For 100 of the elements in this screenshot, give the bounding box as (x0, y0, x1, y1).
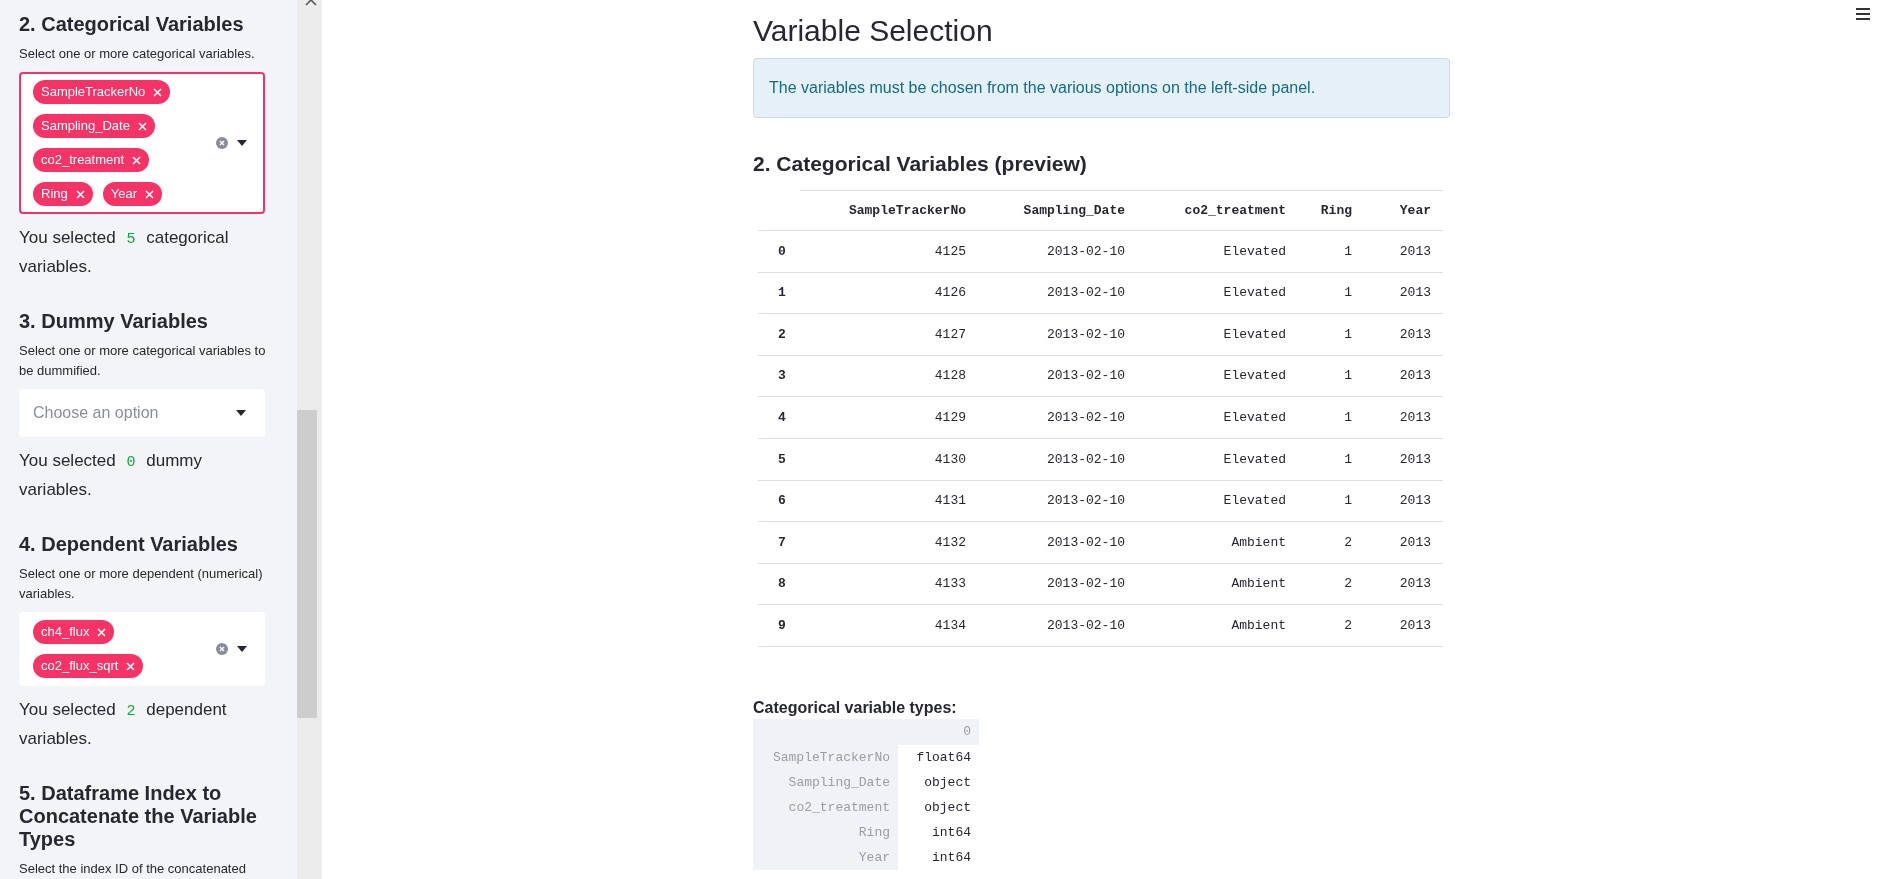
table-cell: Elevated (1137, 230, 1298, 273)
row-label: SampleTrackerNo (753, 744, 898, 770)
row-label: co2_treatment (753, 794, 898, 820)
table-cell: object (898, 769, 979, 795)
table-cell: 2013-02-10 (978, 521, 1137, 564)
row-index: 5 (758, 438, 800, 481)
table-cell: Elevated (1137, 438, 1298, 481)
table-cell: 2013-02-10 (978, 563, 1137, 605)
row-index: 2 (758, 313, 800, 356)
table-cell: 4131 (800, 480, 978, 522)
row-label: Sampling_Date (753, 769, 898, 795)
menu-icon[interactable] (1856, 8, 1870, 20)
table-cell: 2013 (1364, 272, 1443, 314)
table-cell: 1 (1298, 480, 1364, 522)
table-cell: 4126 (800, 272, 978, 314)
table-cell: Ambient (1137, 604, 1298, 647)
caret-icon[interactable] (236, 410, 246, 416)
multiselect-field[interactable]: ch4_flux co2_flux_sqrt (19, 612, 265, 686)
table-cell: Elevated (1137, 396, 1298, 439)
selected-chip[interactable]: ch4_flux (33, 620, 115, 644)
clear-icon[interactable] (216, 137, 228, 149)
section-heading: 3. Dummy Variables (19, 310, 209, 333)
selected-chip[interactable]: co2_treatment (33, 148, 150, 172)
remove-icon[interactable] (145, 189, 155, 199)
table-cell: 2 (1298, 521, 1364, 564)
table-cell: 1 (1298, 272, 1364, 314)
table-cell: float64 (898, 744, 979, 770)
table-cell: 2 (1298, 563, 1364, 605)
selected-chip[interactable]: Sampling_Date (33, 114, 155, 138)
row-index: 4 (758, 396, 800, 439)
types-label: Categorical variable types: (753, 697, 958, 718)
column-header: 0 (898, 718, 979, 745)
table-cell: 4127 (800, 313, 978, 356)
table-cell: 1 (1298, 355, 1364, 397)
scrollbar-thumb[interactable] (297, 410, 317, 718)
table-cell: 4134 (800, 604, 978, 647)
table-cell: 2013-02-10 (978, 438, 1137, 481)
table-cell: 2 (1298, 604, 1364, 647)
table-cell: 2013 (1364, 438, 1443, 481)
column-header: Sampling_Date (978, 190, 1137, 231)
table-cell: Elevated (1137, 313, 1298, 356)
clear-icon[interactable] (216, 643, 228, 655)
help-text: Select one or more dependent (numerical) variables. (19, 565, 264, 603)
preview-heading: 2. Categorical Variables (preview) (753, 151, 1088, 177)
table-cell: 2013-02-10 (978, 313, 1137, 356)
remove-icon[interactable] (153, 87, 163, 97)
select-field[interactable]: Choose an option (19, 389, 265, 437)
selected-chip[interactable]: co2_flux_sqrt (33, 654, 144, 678)
column-header: SampleTrackerNo (800, 190, 978, 231)
row-index: 8 (758, 563, 800, 605)
remove-icon[interactable] (75, 189, 85, 199)
table-cell: Ambient (1137, 563, 1298, 605)
table-cell: 2013 (1364, 355, 1443, 397)
table-cell: 2013 (1364, 521, 1443, 564)
table-cell: 4125 (800, 230, 978, 273)
table-cell: 1 (1298, 313, 1364, 356)
table-cell: 2013 (1364, 604, 1443, 647)
table-cell: 2013 (1364, 313, 1443, 356)
table-cell: 1 (1298, 230, 1364, 273)
table-cell: int64 (898, 819, 979, 845)
caret-icon[interactable] (237, 140, 247, 146)
caret-icon[interactable] (237, 646, 247, 652)
help-text: Select one or more categorical variables to be dummified. (19, 342, 267, 380)
table-cell: Elevated (1137, 480, 1298, 522)
remove-icon[interactable] (137, 121, 147, 131)
table-cell: 4129 (800, 396, 978, 439)
table-cell: 2013 (1364, 230, 1443, 273)
row-index: 7 (758, 521, 800, 564)
section-heading: 4. Dependent Variables (19, 533, 239, 556)
table-cell: 2013-02-10 (978, 355, 1137, 397)
remove-icon[interactable] (97, 627, 107, 637)
selected-chip[interactable]: Year (102, 182, 163, 206)
row-index: 0 (758, 230, 800, 273)
info-message: The variables must be chosen from the various options on the left-side panel. (769, 78, 1316, 98)
table-cell: 2013-02-10 (978, 272, 1137, 314)
table-cell: 2013-02-10 (978, 396, 1137, 439)
table-cell: 1 (1298, 396, 1364, 439)
table-cell: 2013-02-10 (978, 230, 1137, 273)
row-label: Ring (753, 819, 898, 845)
column-header: Year (1364, 190, 1443, 231)
column-header: Ring (1298, 190, 1364, 231)
table-cell: 4133 (800, 563, 978, 605)
help-text: Select the index ID of the concatenated (19, 860, 247, 878)
multiselect-field[interactable]: SampleTrackerNo Sampling_Date co2_treatment Ring Year (19, 72, 265, 214)
row-label: Year (753, 844, 898, 870)
table-cell: 2013-02-10 (978, 604, 1137, 647)
table-cell: Elevated (1137, 272, 1298, 314)
row-index: 6 (758, 480, 800, 522)
selected-chip[interactable]: Ring (33, 182, 93, 206)
selection-summary: You selected 2 dependent variables. (19, 699, 228, 750)
table-cell: Ambient (1137, 521, 1298, 564)
selection-summary: You selected 5 categorical variables. (19, 227, 230, 278)
remove-icon[interactable] (132, 155, 142, 165)
row-index: 9 (758, 604, 800, 647)
selected-chip[interactable]: SampleTrackerNo (33, 80, 171, 104)
table-cell: 1 (1298, 438, 1364, 481)
section-heading: 5. Dataframe Index to Concatenate the Variable Types (19, 782, 258, 851)
table-cell: 2013 (1364, 396, 1443, 439)
table-cell: 2013-02-10 (978, 480, 1137, 522)
remove-icon[interactable] (126, 661, 136, 671)
